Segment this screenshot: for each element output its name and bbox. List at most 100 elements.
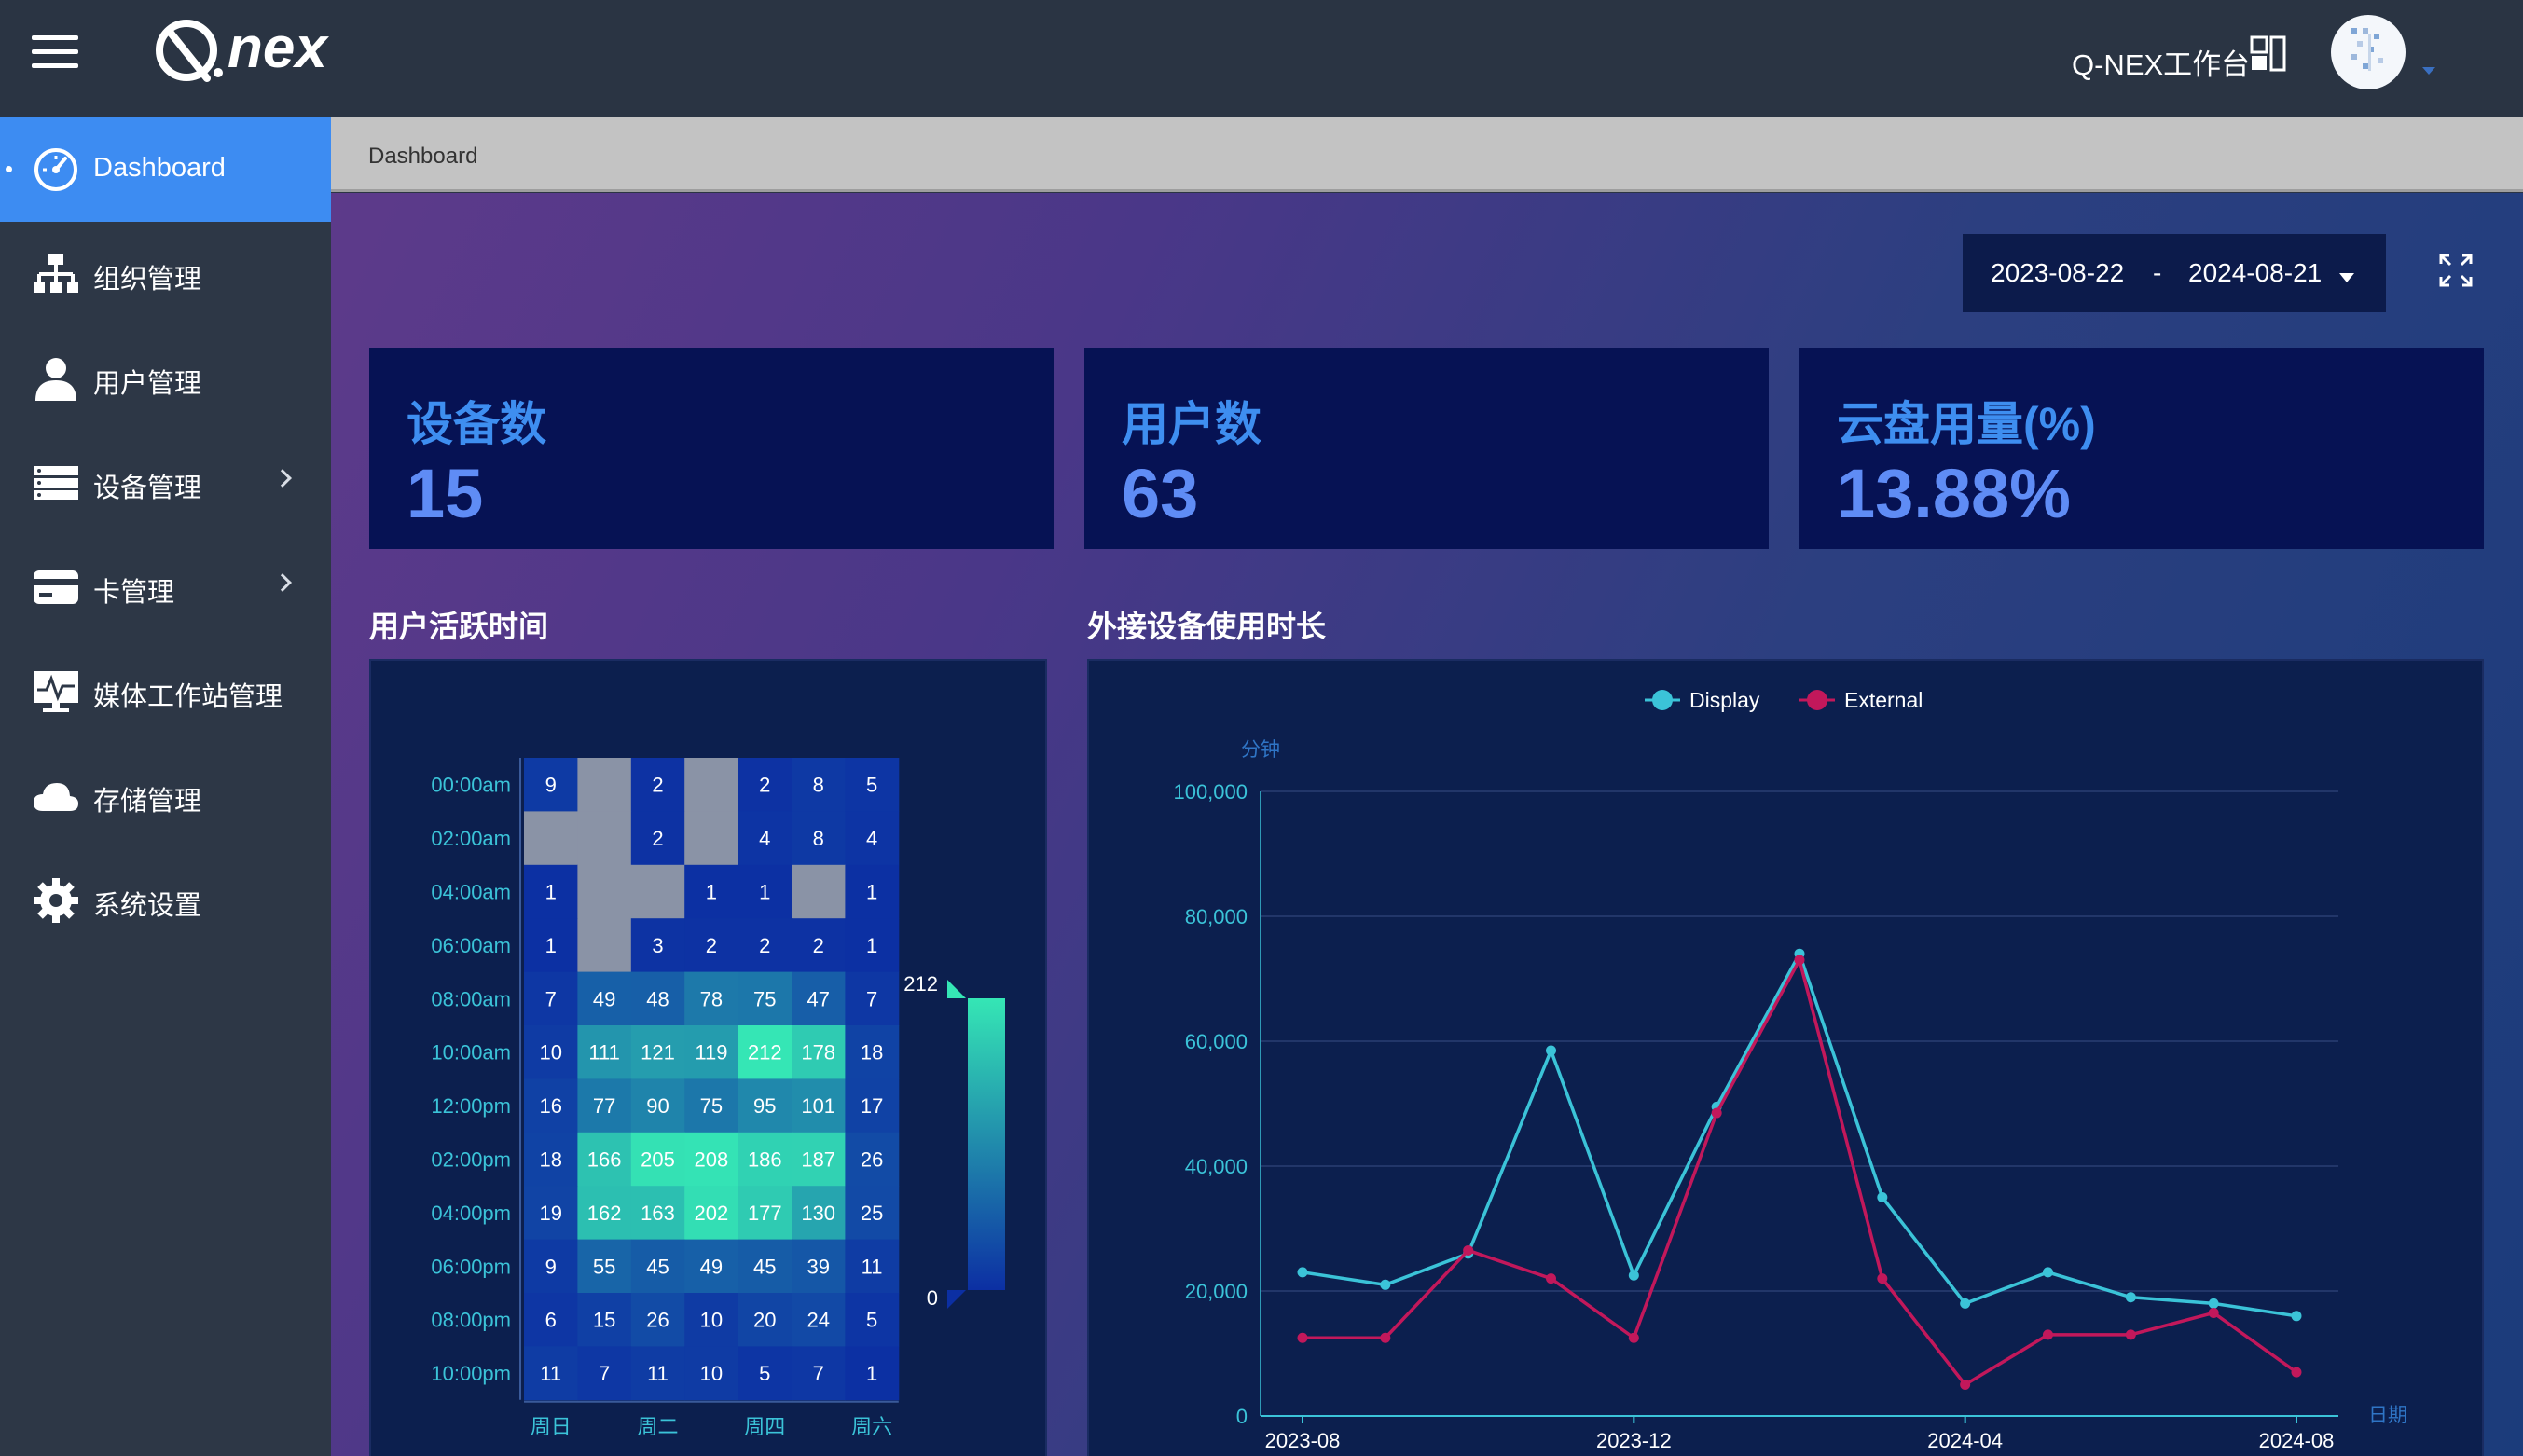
heatmap-cell-label: 5 [759,1362,770,1385]
heatmap-y-tick: 02:00pm [431,1148,511,1172]
heatmap-cell-label: 15 [593,1309,615,1332]
heatmap-cell-label: 7 [866,987,877,1010]
heatmap-y-tick: 04:00am [431,881,511,904]
heatmap-cell [630,864,685,919]
breadcrumb-bar: Dashboard [331,117,2523,192]
sidebar-item-label: 媒体工作站管理 [93,682,283,712]
heatmap-cell-label: 111 [588,1041,619,1065]
sidebar-item-org[interactable]: 组织管理 [0,222,331,326]
heatmap-cell-label: 47 [807,987,829,1010]
heatmap-cell-label: 75 [700,1094,723,1118]
heatmap-cell-label: 45 [646,1255,669,1278]
heatmap-x-tick: 周四 [744,1415,785,1438]
y-tick-label: 80,000 [1185,905,1248,928]
line-chart-panel: Display External 分钟 0 20,000 40,000 60,000 80,0… [1087,659,2484,1456]
data-point-display [2125,1292,2136,1303]
qnex-logo[interactable]: nex [153,13,367,88]
heatmap-cell-label: 2 [706,934,717,957]
data-point-display [1297,1267,1308,1278]
heatmap-cell-label: 212 [748,1041,782,1065]
heatmap-cell [684,758,739,812]
date-start: 2023-08-22 [1991,258,2125,287]
sidebar-item-media-station[interactable]: 媒体工作站管理 [0,639,331,744]
y-axis-title: 分钟 [1241,739,1280,761]
date-end: 2024-08-21 [2188,258,2323,287]
avatar[interactable] [2331,15,2406,89]
heatmap-cell-label: 7 [545,987,557,1010]
data-point-external [1546,1273,1556,1284]
workspace-switch-icon[interactable] [2249,34,2288,73]
heatmap-cell-label: 166 [587,1148,622,1172]
heatmap-cell-label: 25 [861,1202,883,1225]
date-range-picker[interactable]: 2023-08-22 - 2024-08-21 [1963,234,2386,312]
heatmap-cell-label: 11 [862,1255,883,1278]
heatmap-cell-label: 1 [706,881,717,904]
heatmap-y-tick: 10:00am [431,1041,511,1065]
heatmap-cell-label: 1 [866,934,877,957]
series-line-display [1302,949,2297,1318]
stat-title: 用户数 [1122,398,1262,450]
heatmap-cell-label: 2 [652,774,663,797]
heatmap-cell-label: 10 [539,1041,561,1065]
heatmap-y-tick: 10:00pm [431,1362,511,1385]
sidebar-item-devices[interactable]: 设备管理 [0,431,331,535]
heatmap-cell-label: 90 [646,1094,669,1118]
heatmap-cell-label: 10 [700,1309,723,1332]
sidebar-item-cards[interactable]: 卡管理 [0,535,331,639]
user-icon [35,358,76,401]
dashboard-icon [34,148,77,191]
heatmap-section-title: 用户活跃时间 [369,610,549,643]
menu-toggle-icon[interactable] [32,35,78,73]
chevron-down-icon[interactable] [2422,67,2435,75]
heatmap-cell-label: 78 [700,987,723,1010]
sidebar-item-settings[interactable]: 系统设置 [0,848,331,953]
heatmap-cell-label: 2 [652,827,663,850]
fullscreen-icon[interactable] [2438,253,2474,288]
dashboard-main: 2023-08-22 - 2024-08-21 设备数 15 用户数 63 云盘… [331,193,2523,1456]
heatmap-cell-label: 1 [545,934,557,957]
data-point-external [1711,1107,1722,1119]
heatmap-cell-label: 77 [593,1094,615,1118]
data-point-external [2208,1307,2219,1318]
visual-map-handle-bottom [947,1290,966,1309]
visual-map-bar [968,998,1005,1290]
cloud-icon [34,783,78,811]
heatmap-cell-label: 3 [652,934,663,957]
heatmap-cell-label: 205 [641,1148,675,1172]
sidebar-item-label: 系统设置 [93,891,202,921]
heatmap-cell-label: 187 [801,1148,835,1172]
stat-card-devices: 设备数 15 [369,348,1054,549]
heatmap-cell-label: 18 [539,1148,561,1172]
heatmap-cell-label: 45 [753,1255,776,1278]
heatmap-cell-label: 1 [545,881,557,904]
sidebar-item-storage[interactable]: 存储管理 [0,744,331,848]
x-axis-title: 日期 [2368,1405,2407,1426]
date-separator: - [2153,258,2162,287]
stat-card-users: 用户数 63 [1084,348,1769,549]
x-tick-label: 2024-04 [1927,1429,2003,1452]
heatmap-cell-label: 11 [540,1362,561,1385]
breadcrumb[interactable]: Dashboard [368,144,477,170]
data-point-display [1380,1279,1391,1290]
heatmap-cell-label: 20 [753,1309,776,1332]
heatmap-cell [792,864,846,919]
heatmap-cell-label: 26 [861,1148,883,1172]
y-tick-label: 60,000 [1185,1030,1248,1053]
top-bar: nex Q-NEX工作台 [0,0,2523,117]
sidebar-item-dashboard[interactable]: Dashboard [0,117,331,222]
sidebar-item-users[interactable]: 用户管理 [0,326,331,431]
heatmap-y-tick: 08:00am [431,987,511,1010]
data-point-external [1628,1332,1639,1343]
sidebar-item-label: 用户管理 [93,369,202,399]
heatmap-cell-label: 26 [646,1309,669,1332]
heatmap-chart: 9 2 2 8 52 4 8 41 1 1 11 3 2 2 2 17 49 48 78 75 47 710 111 121 1… [431,758,1005,1438]
heatmap-cell-label: 2 [759,774,770,797]
data-point-external [2043,1329,2053,1340]
data-point-display [1960,1298,1971,1309]
workspace-label[interactable]: Q-NEX工作台 [2072,41,2250,83]
server-icon [34,466,78,500]
heatmap-cell [577,758,632,812]
stat-value: 15 [407,455,484,532]
heatmap-cell-label: 8 [813,827,824,850]
data-point-display [2291,1311,2302,1322]
